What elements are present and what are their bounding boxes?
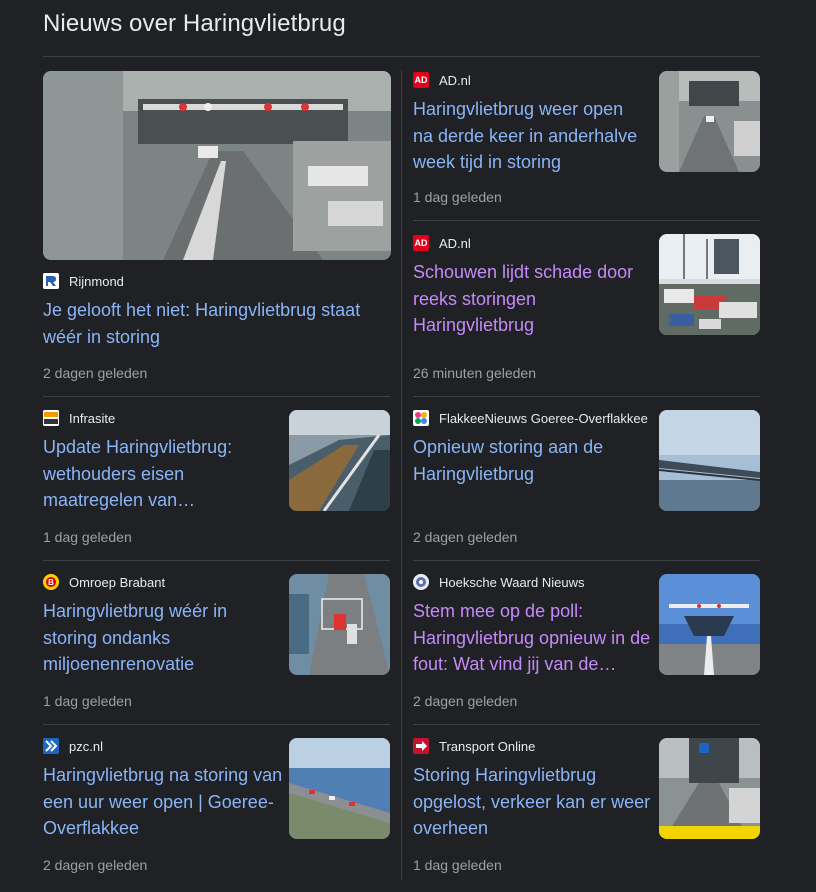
news-source-name: AD.nl xyxy=(439,235,471,251)
news-source-name: pzc.nl xyxy=(69,738,103,754)
news-headline-link[interactable]: Update Haringvlietbrug: wethouders eisen… xyxy=(43,434,278,514)
news-timestamp: 1 dag geleden xyxy=(413,857,502,873)
news-thumbnail-image[interactable] xyxy=(289,574,390,675)
news-headline-link[interactable]: Je gelooft het niet: Haringvlietbrug sta… xyxy=(43,297,383,350)
news-timestamp: 1 dag geleden xyxy=(413,189,502,205)
news-source: pzc.nl xyxy=(43,737,283,755)
divider xyxy=(413,396,760,397)
omroep-brabant-logo-icon: B xyxy=(43,574,59,590)
news-card[interactable]: AD AD.nl Haringvlietbrug weer open na de… xyxy=(413,71,648,176)
news-card[interactable]: AD AD.nl Schouwen lijdt schade door reek… xyxy=(413,234,648,339)
news-card[interactable]: FlakkeeNieuws Goeree-Overflakkee Opnieuw… xyxy=(413,409,653,487)
transport-online-logo-icon xyxy=(413,738,429,754)
news-source: Rijnmond xyxy=(43,272,383,290)
news-source: Transport Online xyxy=(413,737,653,755)
ad-logo-icon: AD xyxy=(413,235,429,251)
news-timestamp: 1 dag geleden xyxy=(43,529,132,545)
divider xyxy=(43,724,390,725)
flakkeenieuws-logo-icon xyxy=(413,410,429,426)
ad-logo-icon: AD xyxy=(413,72,429,88)
news-thumbnail-image[interactable] xyxy=(289,410,390,511)
news-source: B Omroep Brabant xyxy=(43,573,278,591)
divider xyxy=(43,560,390,561)
news-card[interactable]: B Omroep Brabant Haringvlietbrug wéér in… xyxy=(43,573,278,678)
news-source: AD AD.nl xyxy=(413,71,648,89)
news-source: Hoeksche Waard Nieuws xyxy=(413,573,653,591)
divider xyxy=(413,560,760,561)
news-source: FlakkeeNieuws Goeree-Overflakkee xyxy=(413,409,653,427)
pzc-logo-icon xyxy=(43,738,59,754)
divider xyxy=(413,724,760,725)
news-card[interactable]: Hoeksche Waard Nieuws Stem mee op de pol… xyxy=(413,573,653,678)
news-headline-link[interactable]: Haringvlietbrug wéér in storing ondanks … xyxy=(43,598,278,678)
news-timestamp: 2 dagen geleden xyxy=(413,529,518,545)
news-headline-link[interactable]: Storing Haringvlietbrug opgelost, verkee… xyxy=(413,762,653,842)
news-source-name: Rijnmond xyxy=(69,273,124,289)
news-headline-link[interactable]: Schouwen lijdt schade door reeks storing… xyxy=(413,259,648,339)
news-card[interactable]: pzc.nl Haringvlietbrug na storing van ee… xyxy=(43,737,283,842)
rijnmond-logo-icon xyxy=(43,273,59,289)
news-thumbnail-image[interactable] xyxy=(659,738,760,839)
news-source-name: Transport Online xyxy=(439,738,536,754)
news-timestamp: 26 minuten geleden xyxy=(413,365,536,381)
news-timestamp: 2 dagen geleden xyxy=(413,693,518,709)
news-source-name: FlakkeeNieuws Goeree-Overflakkee xyxy=(439,410,648,426)
news-timestamp: 2 dagen geleden xyxy=(43,365,148,381)
news-source: Infrasite xyxy=(43,409,278,427)
news-source-name: Hoeksche Waard Nieuws xyxy=(439,574,585,590)
news-source-name: Omroep Brabant xyxy=(69,574,166,590)
news-headline-link[interactable]: Haringvlietbrug weer open na derde keer … xyxy=(413,96,648,176)
news-headline-link[interactable]: Opnieuw storing aan de Haringvlietbrug xyxy=(413,434,653,487)
news-thumbnail-image[interactable] xyxy=(659,71,760,172)
news-source-name: Infrasite xyxy=(69,410,116,426)
news-thumbnail-image[interactable] xyxy=(289,738,390,839)
news-thumbnail-image[interactable] xyxy=(659,410,760,511)
news-thumbnail-image[interactable] xyxy=(43,71,391,260)
news-thumbnail-image[interactable] xyxy=(659,234,760,335)
divider xyxy=(43,396,390,397)
news-timestamp: 1 dag geleden xyxy=(43,693,132,709)
svg-text:B: B xyxy=(48,578,54,587)
divider xyxy=(43,56,760,57)
section-title: Nieuws over Haringvlietbrug xyxy=(43,10,346,37)
news-card[interactable]: Infrasite Update Haringvlietbrug: wethou… xyxy=(43,409,278,514)
infrasite-logo-icon xyxy=(43,410,59,426)
column-divider xyxy=(401,70,402,880)
news-card[interactable]: Transport Online Storing Haringvlietbrug… xyxy=(413,737,653,842)
news-source-name: AD.nl xyxy=(439,72,471,88)
hoeksche-waard-logo-icon xyxy=(413,574,429,590)
news-timestamp: 2 dagen geleden xyxy=(43,857,148,873)
news-headline-link[interactable]: Stem mee op de poll: Haringvlietbrug opn… xyxy=(413,598,653,678)
news-card[interactable]: Rijnmond Je gelooft het niet: Haringvlie… xyxy=(43,272,383,350)
news-thumbnail-image[interactable] xyxy=(659,574,760,675)
divider xyxy=(413,220,760,221)
news-source: AD AD.nl xyxy=(413,234,648,252)
news-headline-link[interactable]: Haringvlietbrug na storing van een uur w… xyxy=(43,762,283,842)
